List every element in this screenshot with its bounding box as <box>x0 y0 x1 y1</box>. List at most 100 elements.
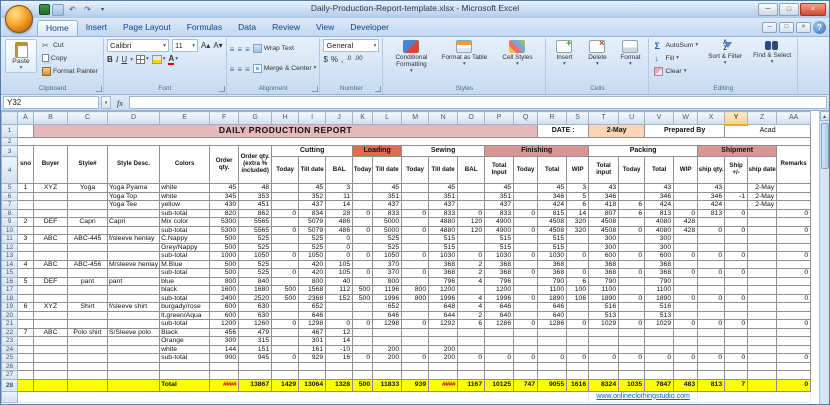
cell[interactable]: 1298 <box>298 319 327 329</box>
cell[interactable]: 833 <box>484 208 515 219</box>
column-header-X[interactable]: X <box>697 111 726 125</box>
row-header[interactable]: 19 <box>1 302 18 312</box>
cell[interactable]: 0 <box>724 225 749 236</box>
cell[interactable]: 840 <box>238 276 273 287</box>
cell[interactable] <box>106 319 161 329</box>
cell[interactable]: DEF <box>33 276 68 287</box>
cell[interactable] <box>618 336 646 346</box>
cell[interactable]: 646 <box>484 302 515 312</box>
cell[interactable] <box>644 361 675 372</box>
cell[interactable]: 1030 <box>537 251 568 261</box>
cell[interactable] <box>644 336 675 346</box>
underline-button[interactable]: U <box>121 54 127 65</box>
row-header[interactable]: 15 <box>1 268 18 278</box>
cell[interactable]: BAL <box>325 156 354 185</box>
report-title[interactable]: DAILY PRODUCTION REPORT <box>32 124 539 138</box>
sort-filter-button[interactable]: A Z Sort & Filter <box>703 39 747 66</box>
tab-developer[interactable]: Developer <box>342 20 397 36</box>
row-header[interactable]: 9 <box>1 217 18 227</box>
cell[interactable]: 1429 <box>271 378 300 392</box>
cell[interactable]: 525 <box>298 234 327 244</box>
cell[interactable]: 500 <box>352 293 374 304</box>
cell[interactable] <box>401 302 430 312</box>
cell[interactable]: 353 <box>238 191 273 202</box>
cell[interactable]: 11833 <box>372 378 403 392</box>
workbook-restore-button[interactable]: □ <box>779 22 794 33</box>
cell[interactable] <box>566 259 590 270</box>
cell[interactable] <box>457 200 486 210</box>
cell[interactable] <box>724 361 749 372</box>
cell[interactable]: 428 <box>673 225 699 236</box>
cell[interactable]: 0 <box>513 225 539 236</box>
cell[interactable]: 0 <box>776 319 812 329</box>
cell[interactable]: 900 <box>209 353 240 363</box>
section-header[interactable]: Sewing <box>401 145 486 158</box>
cell[interactable] <box>484 327 515 338</box>
dialog-launcher-icon[interactable] <box>375 86 382 92</box>
cell[interactable]: 4880 <box>428 217 459 227</box>
cell[interactable] <box>106 208 161 219</box>
cell[interactable] <box>33 285 68 295</box>
cell[interactable] <box>238 370 273 380</box>
cell[interactable] <box>513 276 539 287</box>
cell[interactable]: 0 <box>537 353 568 363</box>
cell[interactable]: Remarks <box>776 145 812 185</box>
cell[interactable] <box>352 310 374 321</box>
cell[interactable]: 2520 <box>238 293 273 304</box>
cell[interactable]: 1616 <box>566 378 590 392</box>
cell[interactable]: 424 <box>697 200 726 210</box>
cell[interactable]: 1680 <box>238 285 273 295</box>
cell[interactable]: Total <box>159 378 211 392</box>
cell[interactable] <box>618 183 646 193</box>
cell[interactable] <box>271 336 300 346</box>
prepared-by-label[interactable]: Prepared By <box>644 124 726 138</box>
cell[interactable] <box>673 336 699 346</box>
cell[interactable]: 807 <box>588 208 620 219</box>
cell[interactable]: f/sleeve henlay <box>106 234 161 244</box>
cell[interactable]: 0 <box>673 251 699 261</box>
cell[interactable]: 486 <box>325 225 354 236</box>
cell[interactable]: Polo shirt <box>67 327 108 338</box>
cell[interactable]: Till date <box>298 156 327 185</box>
cell[interactable]: 2-May <box>747 200 778 210</box>
footer-link[interactable]: www.onlineclothingstudio.com <box>588 390 699 403</box>
cell[interactable] <box>67 319 108 329</box>
scrollbar-thumb[interactable] <box>820 123 829 169</box>
column-header-T[interactable]: T <box>588 111 620 125</box>
minimize-button[interactable]: ─ <box>758 3 778 16</box>
cell[interactable]: 200 <box>372 353 403 363</box>
shrink-font-button[interactable]: A▾ <box>213 40 222 51</box>
cell[interactable]: sub-total <box>159 319 211 329</box>
cell[interactable]: 100 <box>566 285 590 295</box>
wrap-text-button[interactable]: Wrap Text <box>252 43 294 53</box>
cell[interactable]: 11 <box>325 191 354 202</box>
cell[interactable] <box>352 361 374 372</box>
cell[interactable] <box>457 361 486 372</box>
cell[interactable]: 152 <box>325 293 354 304</box>
cell[interactable]: 0 <box>352 353 374 363</box>
row-header[interactable]: 10 <box>1 225 18 236</box>
cell[interactable]: 0 <box>401 251 430 261</box>
cell[interactable] <box>33 251 68 261</box>
cell[interactable] <box>271 259 300 270</box>
column-header-A[interactable]: A <box>17 111 34 125</box>
align-right-icon[interactable] <box>245 59 250 77</box>
cell[interactable]: 0 <box>401 268 430 278</box>
cell[interactable] <box>352 191 374 202</box>
cell[interactable]: -1 <box>724 191 749 202</box>
cell[interactable]: 13867 <box>238 378 273 392</box>
cell[interactable] <box>401 259 430 270</box>
cell[interactable]: 43 <box>697 183 726 193</box>
cell[interactable]: 0 <box>513 353 539 363</box>
cell[interactable]: 3 <box>17 234 34 244</box>
cell[interactable] <box>271 370 300 380</box>
cell[interactable] <box>457 344 486 355</box>
cell[interactable] <box>209 361 240 372</box>
cell[interactable] <box>697 310 726 321</box>
cell[interactable]: 2 <box>457 310 486 321</box>
cell[interactable]: 437 <box>298 200 327 210</box>
number-format-select[interactable]: General <box>323 39 380 52</box>
cell[interactable]: sub-total <box>159 268 211 278</box>
cell[interactable] <box>67 344 108 355</box>
cell[interactable] <box>697 344 726 355</box>
